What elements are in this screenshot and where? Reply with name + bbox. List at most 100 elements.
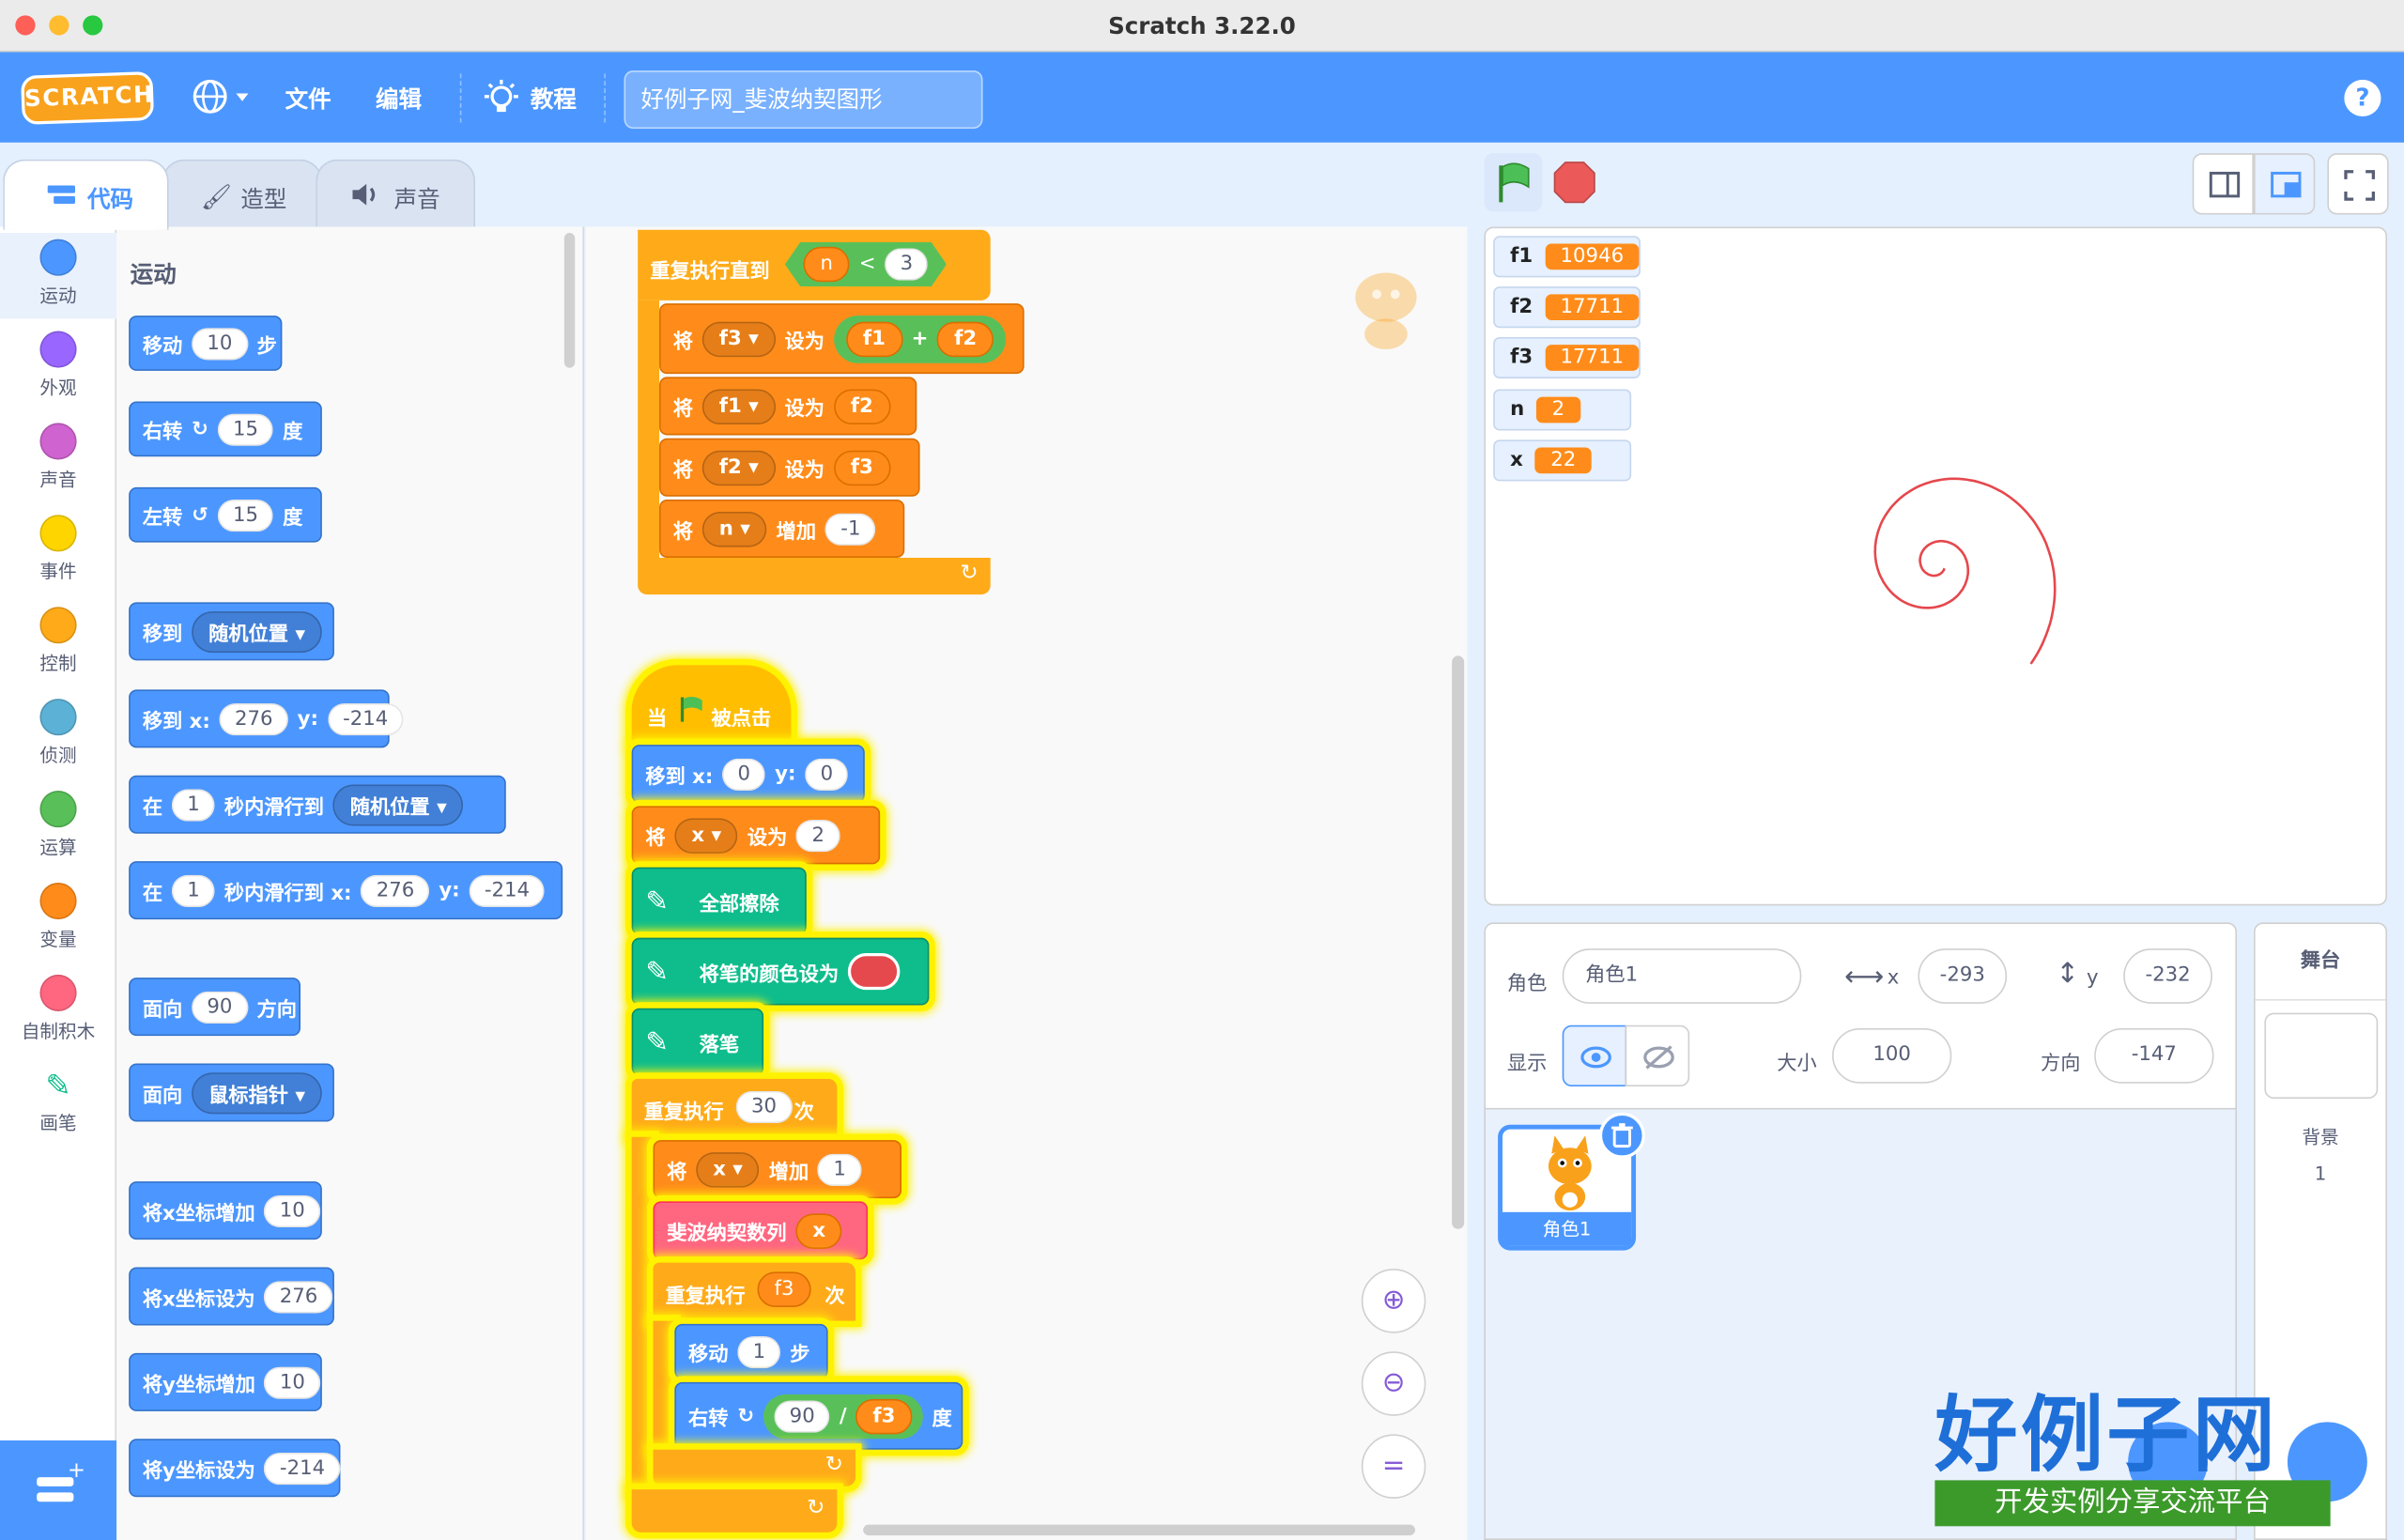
add-extension-button[interactable]: + bbox=[0, 1440, 117, 1540]
var-dropdown-f3[interactable]: f3 ▾ bbox=[701, 320, 776, 357]
block-goto-xy[interactable]: 移到 x: 276 y: -214 bbox=[129, 689, 404, 748]
tab-costumes[interactable]: 🖌 造型 bbox=[162, 159, 322, 230]
zoom-in-button[interactable]: ⊕ bbox=[1361, 1269, 1426, 1333]
category-1[interactable]: 外观 bbox=[0, 325, 116, 410]
block-set-x-var[interactable]: 将x ▾ 设为 2 bbox=[631, 806, 881, 865]
goto-x-input[interactable]: 276 bbox=[219, 702, 288, 735]
block-set-f2[interactable]: 将 f2 ▾ 设为 f3 bbox=[659, 438, 920, 497]
block-pen-color[interactable]: ✎ 将笔的颜色设为 bbox=[631, 937, 930, 1006]
category-2[interactable]: 声音 bbox=[0, 417, 116, 502]
stage-thumbnail[interactable] bbox=[2264, 1012, 2379, 1100]
block-repeat-until[interactable]: 重复执行直到 n <3 bbox=[638, 229, 991, 300]
block-change-x-var[interactable]: 将x ▾ 增加 1 bbox=[653, 1140, 902, 1199]
variable-monitor[interactable]: x 22 bbox=[1493, 439, 1632, 482]
zoom-reset-button[interactable]: = bbox=[1361, 1434, 1426, 1499]
block-repeat-f3[interactable]: 重复执行 f3 次 bbox=[653, 1262, 856, 1321]
sprite-name-input[interactable]: 角色1 bbox=[1562, 948, 1802, 1004]
stage-canvas[interactable] bbox=[1484, 226, 2388, 906]
block-set-f3[interactable]: 将 f3 ▾ 设为 f1 + f2 bbox=[659, 303, 1025, 375]
add-operator[interactable]: f1 + f2 bbox=[833, 315, 1007, 362]
change-y-input[interactable]: 10 bbox=[264, 1365, 321, 1399]
var-dropdown-x[interactable]: x ▾ bbox=[674, 817, 739, 854]
block-turn-right[interactable]: 右转 ↻ 15 度 bbox=[129, 401, 322, 457]
small-stage-button[interactable] bbox=[2192, 153, 2254, 215]
sprite-y-input[interactable]: -232 bbox=[2123, 948, 2212, 1004]
divide-operator[interactable]: 90/f3 bbox=[763, 1394, 923, 1439]
block-change-y[interactable]: 将y坐标增加 10 bbox=[129, 1352, 322, 1411]
var-dropdown-x2[interactable]: x ▾ bbox=[696, 1151, 760, 1187]
variable-monitor[interactable]: f1 10946 bbox=[1493, 236, 1641, 278]
block-turn-right-div[interactable]: 右转 ↻ 90/f3 度 bbox=[674, 1381, 963, 1450]
variable-monitor[interactable]: n2 bbox=[1493, 389, 1632, 431]
var-dropdown-f2[interactable]: f2 ▾ bbox=[701, 449, 776, 485]
direction-input[interactable]: 90 bbox=[192, 990, 248, 1024]
less-than-operator[interactable]: n <3 bbox=[785, 242, 947, 286]
show-sprite-button[interactable] bbox=[1562, 1024, 1627, 1086]
workspace-vertical-scrollbar[interactable] bbox=[1452, 655, 1465, 1229]
project-title-input[interactable]: 好例子网_斐波纳契图形 bbox=[624, 70, 983, 130]
block-pen-clear[interactable]: ✎ 全部擦除 bbox=[631, 867, 807, 935]
turn-left-input[interactable]: 15 bbox=[217, 499, 274, 531]
var-dropdown-n[interactable]: n ▾ bbox=[701, 511, 767, 547]
stop-button[interactable] bbox=[1549, 156, 1601, 208]
category-8[interactable]: 自制积木 bbox=[0, 968, 116, 1054]
glide-x-input[interactable]: 276 bbox=[361, 873, 430, 907]
goto-target-dropdown[interactable]: 随机位置 ▾ bbox=[192, 610, 323, 653]
category-9[interactable]: ✎ 画笔 bbox=[0, 1060, 116, 1146]
help-button[interactable]: ? bbox=[2344, 79, 2381, 117]
block-change-n[interactable]: 将n ▾ 增加 -1 bbox=[659, 499, 905, 558]
block-pen-down[interactable]: ✎ 落笔 bbox=[631, 1008, 764, 1076]
block-when-flag-clicked[interactable]: 当 被点击 bbox=[631, 665, 792, 748]
zoom-out-button[interactable]: ⊖ bbox=[1361, 1351, 1426, 1416]
category-6[interactable]: 运算 bbox=[0, 785, 116, 870]
category-5[interactable]: 侦测 bbox=[0, 693, 116, 778]
block-move-steps[interactable]: 移动 10 步 bbox=[129, 316, 283, 371]
pen-color-swatch[interactable] bbox=[848, 953, 901, 991]
sprite-direction-input[interactable]: -147 bbox=[2094, 1027, 2214, 1084]
block-set-f1[interactable]: 将 f1 ▾ 设为 f2 bbox=[659, 377, 917, 436]
set-y-input[interactable]: -214 bbox=[264, 1452, 341, 1485]
block-point-direction[interactable]: 面向 90 方向 bbox=[129, 978, 300, 1037]
category-0[interactable]: 运动 bbox=[0, 233, 117, 319]
category-7[interactable]: 变量 bbox=[0, 876, 116, 962]
tab-sounds[interactable]: 声音 bbox=[316, 159, 476, 230]
large-stage-button[interactable] bbox=[2253, 153, 2316, 215]
block-fibonacci[interactable]: 斐波纳契数列 x bbox=[653, 1201, 869, 1260]
tutorials-menu[interactable]: 教程 bbox=[531, 83, 577, 115]
block-set-x[interactable]: 将x坐标设为 276 bbox=[129, 1267, 334, 1326]
workspace-horizontal-scrollbar[interactable] bbox=[863, 1524, 1415, 1536]
file-menu[interactable]: 文件 bbox=[285, 83, 331, 115]
block-move-1[interactable]: 移动 1 步 bbox=[674, 1323, 828, 1379]
language-menu[interactable] bbox=[190, 77, 254, 120]
block-set-y[interactable]: 将y坐标设为 -214 bbox=[129, 1439, 341, 1498]
variable-monitor[interactable]: f2 17711 bbox=[1493, 286, 1641, 329]
green-flag-button[interactable] bbox=[1484, 153, 1543, 212]
palette-scrollbar[interactable] bbox=[563, 233, 576, 368]
glide-xy-secs-input[interactable]: 1 bbox=[171, 873, 216, 907]
category-4[interactable]: 控制 bbox=[0, 601, 116, 686]
glide-target-dropdown[interactable]: 随机位置 ▾ bbox=[332, 783, 464, 825]
glide-secs-input[interactable]: 1 bbox=[171, 788, 216, 821]
turn-right-input[interactable]: 15 bbox=[217, 412, 274, 446]
delete-sprite-button[interactable] bbox=[1598, 1112, 1645, 1159]
block-change-x[interactable]: 将x坐标增加 10 bbox=[129, 1181, 322, 1240]
block-repeat[interactable]: 重复执行 30 次 bbox=[631, 1078, 838, 1137]
edit-menu[interactable]: 编辑 bbox=[376, 83, 422, 115]
goto-y-input[interactable]: -214 bbox=[327, 702, 404, 735]
point-towards-dropdown[interactable]: 鼠标指针 ▾ bbox=[192, 1071, 323, 1114]
sprite-size-input[interactable]: 100 bbox=[1832, 1027, 1952, 1084]
set-x-input[interactable]: 276 bbox=[264, 1280, 333, 1313]
tab-code[interactable]: 代码 bbox=[3, 159, 169, 230]
hide-sprite-button[interactable] bbox=[1625, 1024, 1690, 1086]
block-glide-to[interactable]: 在 1 秒内滑行到 随机位置 ▾ bbox=[129, 775, 506, 834]
change-x-input[interactable]: 10 bbox=[264, 1194, 321, 1227]
move-steps-input[interactable]: 10 bbox=[192, 327, 248, 360]
scratch-logo[interactable]: SCRATCH bbox=[20, 70, 155, 125]
block-glide-xy[interactable]: 在 1 秒内滑行到 x: 276 y: -214 bbox=[129, 861, 563, 920]
fullscreen-button[interactable] bbox=[2327, 153, 2389, 215]
block-point-towards[interactable]: 面向 鼠标指针 ▾ bbox=[129, 1063, 334, 1122]
sprite-x-input[interactable]: -293 bbox=[1918, 948, 2008, 1004]
block-turn-left[interactable]: 左转 ↺ 15 度 bbox=[129, 486, 322, 543]
block-goto[interactable]: 移到 随机位置 ▾ bbox=[129, 602, 334, 661]
glide-y-input[interactable]: -214 bbox=[469, 873, 546, 907]
